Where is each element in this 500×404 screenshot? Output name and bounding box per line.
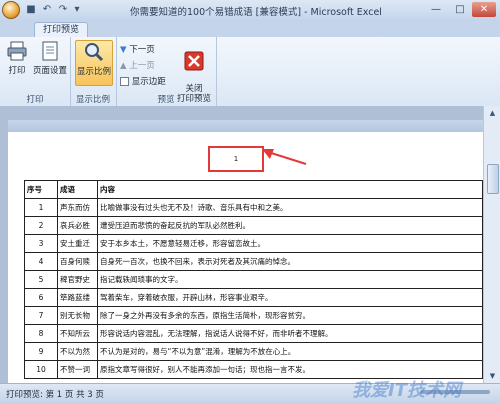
print-group-label: 打印 <box>26 95 44 105</box>
row-index: 3 <box>24 234 58 253</box>
row-idiom: 稗官野史 <box>57 270 98 289</box>
row-content: 驾着柴车，穿着破衣服，开辟山林，形容事业艰辛。 <box>97 288 483 307</box>
row-content: 形容说话内容混乱，无法理解，指说话人说得不好，而非听者不理解。 <box>97 324 483 343</box>
previous-page-button[interactable]: ▲ 上一页 <box>120 59 155 72</box>
zoom-button[interactable]: 显示比例 <box>75 40 113 86</box>
show-margins-label: 显示边距 <box>131 77 166 87</box>
checkbox-icon <box>120 77 129 86</box>
row-index: 9 <box>24 342 58 361</box>
scroll-down-icon[interactable]: ▼ <box>487 371 498 381</box>
preview-background <box>0 106 500 120</box>
redo-icon[interactable]: ↷ <box>56 3 70 17</box>
close-print-preview-button[interactable]: 关闭 打印预览 <box>176 40 212 104</box>
row-content: 不认为是对的，易与“不以为意”混淆，理解为不放在心上。 <box>97 342 483 361</box>
next-page-label: 下一页 <box>129 45 155 55</box>
row-idiom: 不知所云 <box>57 324 98 343</box>
page-setup-button[interactable]: 页面设置 <box>32 40 68 76</box>
printer-icon <box>7 41 27 61</box>
row-content: 安于本乡本土，不愿意轻易迁移，形容留恋故土。 <box>97 234 483 253</box>
table-row: 9 不以为然 不认为是对的，易与“不以为意”混淆，理解为不放在心上。 <box>24 342 483 361</box>
magnifier-icon <box>85 43 104 62</box>
table-row: 1 声东而仿 比喻做事没有过头也无不及！诗歌、音乐具有中和之美。 <box>24 198 483 217</box>
preview-page: 1 序号 成语 内容 1 声东而仿 比喻做事没有过头也无不及！诗歌、音乐具有中和之美… <box>8 132 483 383</box>
vertical-scrollbar[interactable]: ▲ ▼ <box>483 106 500 383</box>
table-row: 4 百身何赎 自身死一百次，也换不回来，表示对死者及其沉痛的悼念。 <box>24 252 483 271</box>
data-table: 序号 成语 内容 1 声东而仿 比喻做事没有过头也无不及！诗歌、音乐具有中和之美。 … <box>24 180 483 379</box>
previous-page-label: 上一页 <box>129 61 155 71</box>
previous-page-icon: ▲ <box>120 61 127 71</box>
table-header-row: 序号 成语 内容 <box>24 180 483 199</box>
row-index: 6 <box>24 288 58 307</box>
window-title: 你需要知道的100个易错成语 [兼容模式] - Microsoft Excel <box>130 7 382 18</box>
scroll-up-icon[interactable]: ▲ <box>487 108 498 118</box>
red-arrow-icon <box>262 149 307 165</box>
page-top-band <box>8 120 483 132</box>
undo-icon[interactable]: ↶ <box>40 3 54 17</box>
office-button[interactable] <box>2 1 20 19</box>
minimize-button[interactable]: — <box>424 2 448 17</box>
site-watermark: 我爱IT技术网 <box>352 380 461 401</box>
status-text: 打印预览: 第 1 页 共 3 页 <box>6 390 104 400</box>
customize-quick-access-icon[interactable]: ▾ <box>70 3 84 17</box>
row-index: 2 <box>24 216 58 235</box>
save-icon[interactable]: ■ <box>24 3 38 17</box>
header-idiom: 成语 <box>57 180 98 199</box>
table-row: 5 稗官野史 指记载轶闻琐事的文字。 <box>24 270 483 289</box>
table-row: 3 安土重迁 安于本乡本土，不愿意轻易迁移，形容留恋故土。 <box>24 234 483 253</box>
show-margins-checkbox[interactable]: 显示边距 <box>120 75 166 88</box>
row-idiom: 筚路蓝缕 <box>57 288 98 307</box>
zoom-button-label: 显示比例 <box>76 67 111 77</box>
row-idiom: 百身何赎 <box>57 252 98 271</box>
header-content: 内容 <box>97 180 483 199</box>
next-page-icon: ▼ <box>120 45 127 55</box>
close-window-button[interactable]: ✕ <box>472 2 496 17</box>
row-index: 4 <box>24 252 58 271</box>
row-index: 8 <box>24 324 58 343</box>
tab-print-preview[interactable]: 打印预览 <box>34 22 89 38</box>
maximize-button[interactable]: □ <box>448 2 472 17</box>
row-idiom: 不以为然 <box>57 342 98 361</box>
scroll-thumb[interactable] <box>487 164 499 194</box>
page-setup-label: 页面设置 <box>32 66 67 76</box>
page-setup-icon <box>42 41 58 61</box>
close-preview-label: 关闭 打印预览 <box>176 84 211 104</box>
zoom-group-label: 显示比例 <box>75 95 110 105</box>
row-idiom: 声东而仿 <box>57 198 98 217</box>
page-number-highlight: 1 <box>208 146 264 172</box>
close-preview-icon <box>184 51 204 71</box>
row-content: 自身死一百次，也换不回来，表示对死者及其沉痛的悼念。 <box>97 252 483 271</box>
zoom-group: 显示比例 显示比例 <box>70 37 117 106</box>
row-idiom: 不赞一词 <box>57 360 98 379</box>
row-idiom: 安土重迁 <box>57 234 98 253</box>
print-button[interactable]: 打印 <box>6 40 28 76</box>
page-number: 1 <box>233 155 239 163</box>
table-row: 7 别无长物 除了一身之外再没有多余的东西，原指生活简朴，现形容贫穷。 <box>24 306 483 325</box>
row-index: 5 <box>24 270 58 289</box>
print-group: 打印 页面设置 打印 <box>0 37 71 106</box>
row-content: 除了一身之外再没有多余的东西，原指生活简朴，现形容贫穷。 <box>97 306 483 325</box>
next-page-button[interactable]: ▼ 下一页 <box>120 43 155 56</box>
row-content: 比喻做事没有过头也无不及！诗歌、音乐具有中和之美。 <box>97 198 483 217</box>
header-index: 序号 <box>24 180 58 199</box>
row-content: 遭受压迫而悲愤的奋起反抗的军队必然胜利。 <box>97 216 483 235</box>
table-row: 8 不知所云 形容说话内容混乱，无法理解，指说话人说得不好，而非听者不理解。 <box>24 324 483 343</box>
print-button-label: 打印 <box>8 66 26 76</box>
row-index: 7 <box>24 306 58 325</box>
row-index: 10 <box>24 360 58 379</box>
title-bar: ■ ↶ ↷ ▾ 你需要知道的100个易错成语 [兼容模式] - Microsof… <box>0 0 500 20</box>
table-row: 6 筚路蓝缕 驾着柴车，穿着破衣服，开辟山林，形容事业艰辛。 <box>24 288 483 307</box>
row-idiom: 哀兵必胜 <box>57 216 98 235</box>
table-row: 2 哀兵必胜 遭受压迫而悲愤的奋起反抗的军队必然胜利。 <box>24 216 483 235</box>
row-idiom: 别无长物 <box>57 306 98 325</box>
row-index: 1 <box>24 198 58 217</box>
row-content: 指记载轶闻琐事的文字。 <box>97 270 483 289</box>
